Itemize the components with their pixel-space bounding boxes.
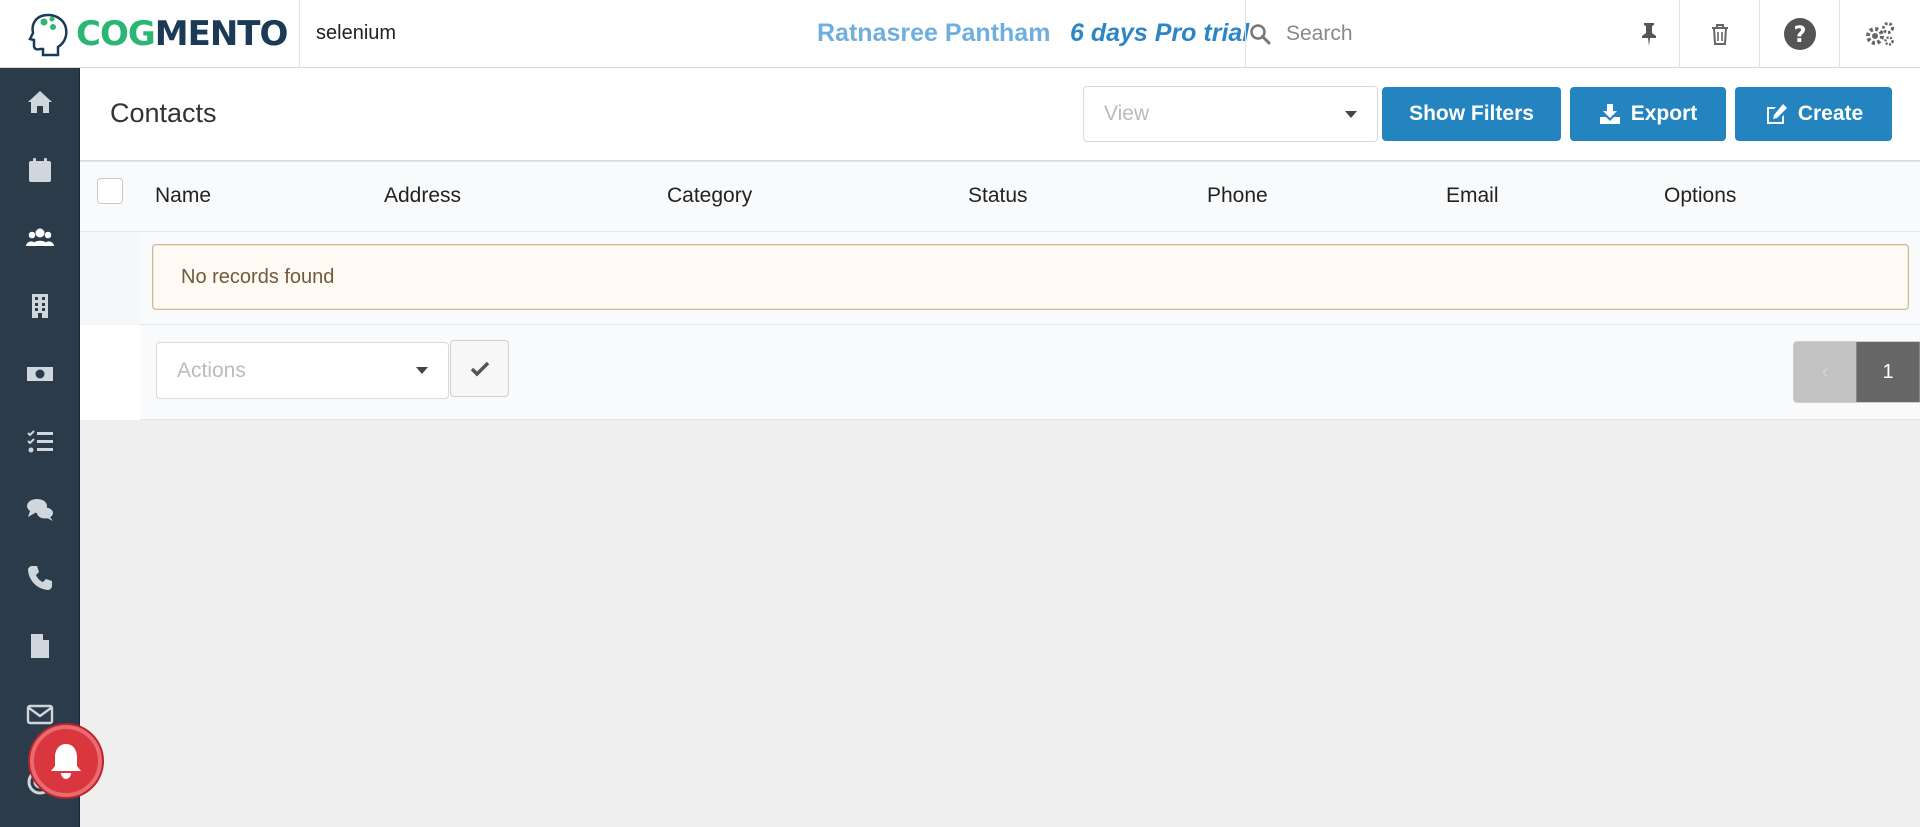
column-header-name[interactable]: Name: [155, 184, 211, 208]
sidebar-item-deals[interactable]: [0, 340, 80, 408]
calls-icon: [28, 566, 52, 590]
top-bar: COGMENTO selenium Ratnasree Pantham 6 da…: [0, 0, 1920, 68]
export-label: Export: [1630, 102, 1698, 125]
column-header-phone[interactable]: Phone: [1207, 184, 1268, 208]
contacts-icon: [26, 228, 54, 246]
apply-action-button[interactable]: [450, 340, 509, 397]
check-icon: [470, 361, 489, 376]
documents-icon: [31, 634, 49, 658]
download-icon: [1599, 104, 1620, 124]
view-select-placeholder: View: [1104, 102, 1150, 125]
column-header-status[interactable]: Status: [968, 184, 1028, 208]
logo-text: COGMENTO: [76, 14, 288, 54]
column-header-address[interactable]: Address: [384, 184, 461, 208]
search-icon: [1246, 20, 1274, 48]
trial-status[interactable]: 6 days Pro trial: [1070, 19, 1249, 48]
column-header-category[interactable]: Category: [667, 184, 752, 208]
cases-icon: [27, 499, 53, 521]
search-input[interactable]: [1286, 22, 1616, 46]
sidebar-item-documents[interactable]: [0, 612, 80, 680]
chevron-down-icon: [1345, 111, 1357, 118]
bell-icon: [51, 744, 81, 779]
pagination-prev[interactable]: ‹: [1794, 342, 1856, 402]
row-gutter: [80, 232, 140, 325]
pagination-page-current[interactable]: 1: [1856, 342, 1920, 402]
sidebar-item-companies[interactable]: [0, 272, 80, 340]
select-all-checkbox[interactable]: [97, 178, 123, 204]
trash-icon: [1711, 24, 1728, 45]
calendar-icon: [29, 158, 51, 182]
logo[interactable]: COGMENTO: [0, 0, 300, 68]
deals-icon: [27, 367, 53, 381]
help-icon: ?: [1783, 18, 1816, 50]
show-filters-label: Show Filters: [1409, 102, 1534, 125]
chevron-down-icon: [416, 367, 428, 374]
table-header: Name Address Category Status Phone Email…: [80, 162, 1920, 232]
table-body: No records found: [80, 232, 1920, 325]
settings-icon: [1866, 22, 1894, 46]
contacts-table: Name Address Category Status Phone Email…: [80, 162, 1920, 420]
footer-gutter: [80, 325, 140, 420]
pin-icon[interactable]: [1635, 20, 1663, 48]
create-button[interactable]: Create: [1735, 87, 1892, 141]
page-header: Contacts View Show Filters Export Create: [80, 68, 1920, 161]
logo-head-icon: [28, 13, 68, 57]
search-bar: [1245, 0, 1677, 68]
sidebar-item-tasks[interactable]: [0, 408, 80, 476]
actions-placeholder: Actions: [177, 358, 246, 382]
settings-button[interactable]: [1839, 0, 1920, 68]
export-button[interactable]: Export: [1570, 87, 1726, 141]
trash-button[interactable]: [1679, 0, 1759, 68]
svg-text:?: ?: [1793, 23, 1806, 48]
sidebar-item-calendar[interactable]: [0, 136, 80, 204]
page-title: Contacts: [110, 98, 217, 128]
user-name[interactable]: Ratnasree Pantham: [817, 19, 1050, 48]
home-icon: [28, 91, 52, 113]
column-header-email[interactable]: Email: [1446, 184, 1499, 208]
account-name: selenium: [316, 22, 397, 44]
company-icon: [32, 294, 48, 318]
create-label: Create: [1797, 102, 1864, 125]
edit-icon: [1766, 104, 1787, 124]
sidebar-item-cases[interactable]: [0, 476, 80, 544]
email-icon: [26, 704, 54, 725]
help-button[interactable]: ?: [1759, 0, 1839, 68]
show-filters-button[interactable]: Show Filters: [1382, 87, 1561, 141]
table-footer: Actions ‹ 1 ›: [140, 325, 1920, 420]
sidebar-item-home[interactable]: [0, 68, 80, 136]
sidebar-item-calls[interactable]: [0, 544, 80, 612]
notification-bell-button[interactable]: [30, 725, 102, 797]
sidebar: [0, 68, 80, 827]
actions-select[interactable]: Actions: [156, 342, 449, 399]
empty-message: No records found: [152, 244, 1909, 310]
view-select[interactable]: View: [1083, 86, 1378, 142]
column-header-options: Options: [1664, 184, 1737, 207]
tasks-icon: [27, 430, 53, 453]
pagination: ‹ 1 ›: [1793, 341, 1920, 403]
sidebar-item-contacts[interactable]: [0, 204, 80, 272]
